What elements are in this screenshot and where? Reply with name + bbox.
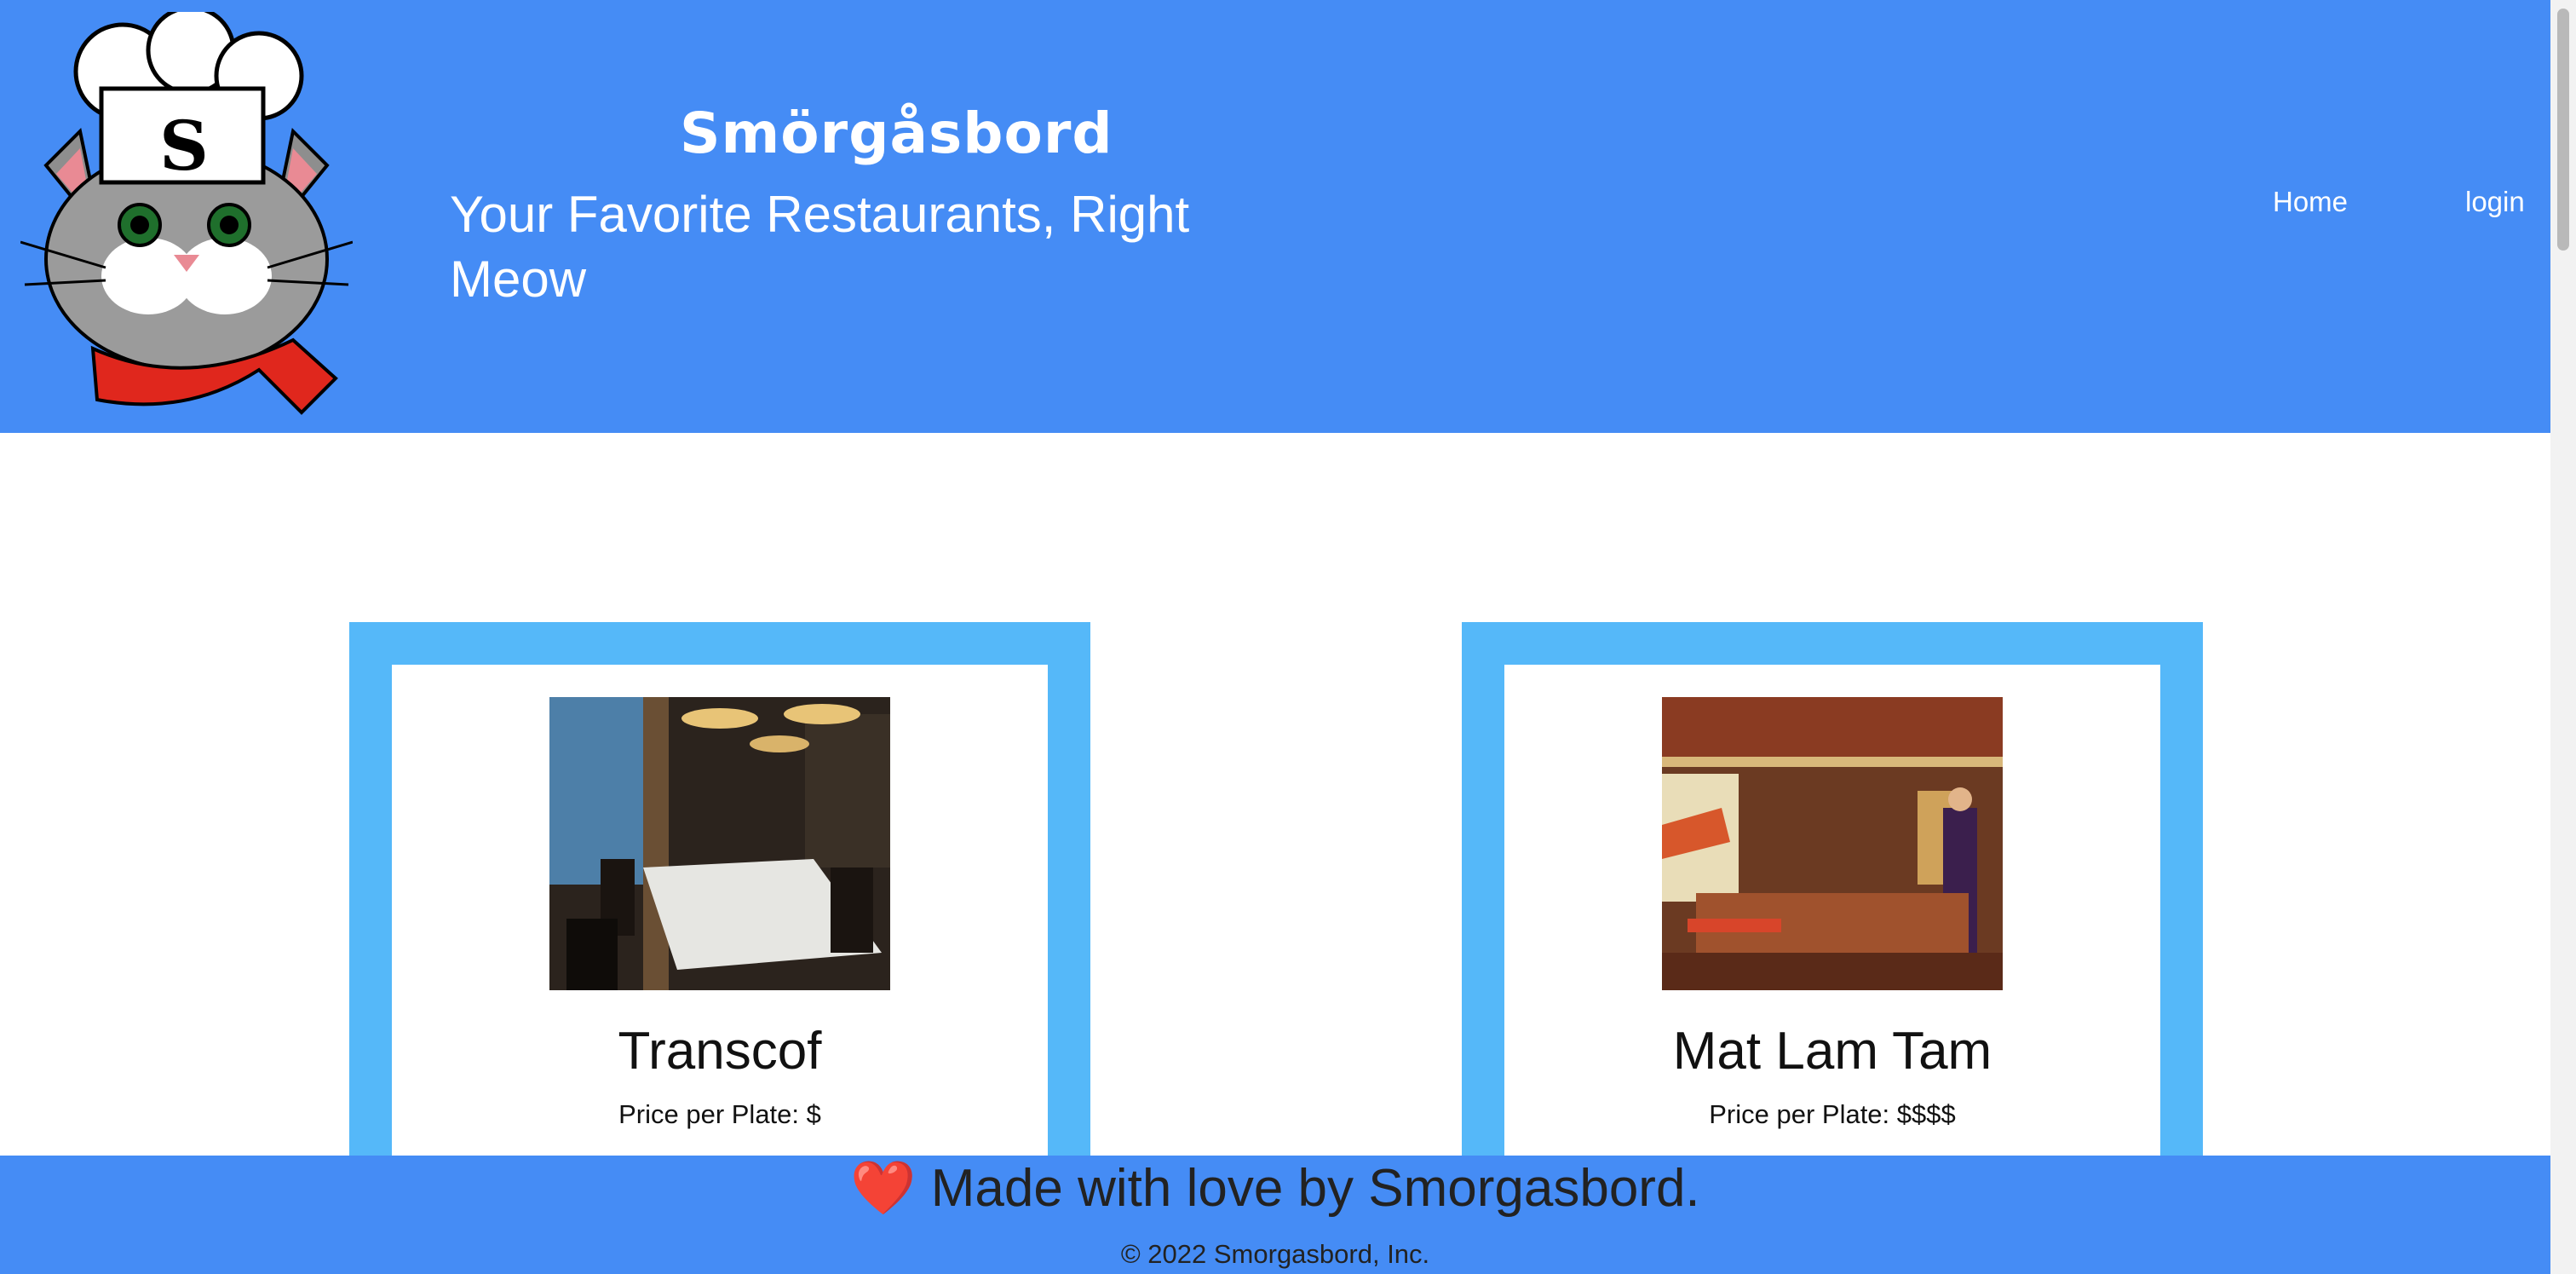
site-brand: Smörgåsbord — [680, 101, 1113, 166]
heart-icon: ❤️ — [850, 1159, 917, 1218]
footer-love-text: Made with love by Smorgasbord. — [930, 1159, 1700, 1218]
restaurant-name: Transcof — [618, 1022, 822, 1081]
restaurant-card[interactable]: Transcof Price per Plate: $ — [349, 622, 1090, 1176]
chef-cat-logo[interactable]: S — [20, 12, 353, 421]
site-footer: ❤️ Made with love by Smorgasbord. © 2022… — [0, 1156, 2550, 1274]
footer-copyright: © 2022 Smorgasbord, Inc. — [1120, 1239, 1430, 1269]
page-scrollbar[interactable] — [2550, 0, 2576, 1274]
restaurant-photo[interactable] — [549, 697, 890, 990]
restaurant-card-body: Mat Lam Tam Price per Plate: $$$$ — [1504, 665, 2160, 1176]
restaurant-card[interactable]: Mat Lam Tam Price per Plate: $$$$ — [1462, 622, 2203, 1176]
restaurant-price: Price per Plate: $ — [618, 1099, 821, 1129]
nav-login-link[interactable]: login — [2465, 186, 2525, 218]
nav-home-link[interactable]: Home — [2273, 186, 2348, 218]
site-tagline: Your Favorite Restaurants, Right Meow — [450, 186, 1190, 308]
scrollbar-thumb[interactable] — [2557, 9, 2569, 251]
restaurant-price: Price per Plate: $$$$ — [1709, 1099, 1956, 1129]
site-header: S Smörgåsbord Your Favorite Restaurants,… — [0, 0, 2550, 433]
restaurant-photo[interactable] — [1662, 697, 2003, 990]
restaurant-card-body: Transcof Price per Plate: $ — [392, 665, 1048, 1176]
footer-love-line: ❤️ Made with love by Smorgasbord. — [0, 1157, 2550, 1219]
restaurant-name: Mat Lam Tam — [1672, 1022, 1992, 1081]
logo-letter: S — [159, 106, 209, 186]
